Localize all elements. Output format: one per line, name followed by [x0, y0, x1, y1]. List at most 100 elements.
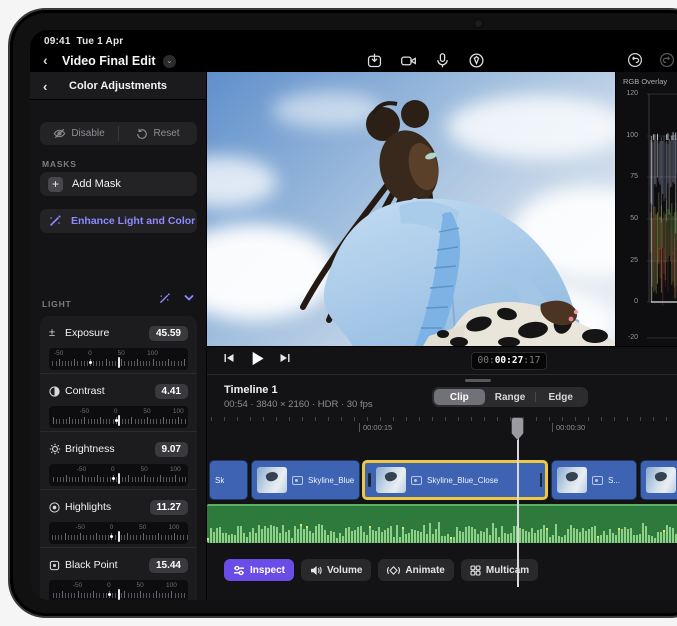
ring-dot-icon — [49, 502, 65, 513]
timecode-min-sec: 00:27 — [495, 355, 524, 366]
tool-label: Volume — [327, 565, 362, 576]
clip-skyline-partial[interactable]: Sk — [209, 460, 248, 500]
clock: 09:41 — [44, 36, 71, 47]
magic-wand-icon — [48, 214, 62, 228]
redo-icon[interactable] — [659, 52, 675, 68]
multicam-grid-icon — [470, 565, 481, 576]
light-section-header: LIGHT — [42, 294, 195, 308]
clip-label: Skyline_Blue_Wide — [308, 476, 354, 485]
slider-label: Brightness — [65, 443, 155, 455]
disable-label: Disable — [71, 128, 104, 139]
ipad-screen: 09:41 Tue 1 Apr ‹ Video Final Edit ⌄ — [30, 30, 677, 600]
enhance-light-color-button[interactable]: Enhance Light and Color — [40, 209, 197, 233]
slider-label: Highlights — [65, 501, 150, 513]
slider-value[interactable]: 9.07 — [155, 442, 188, 457]
sun-icon — [49, 443, 65, 455]
scope-tick: 0 — [616, 298, 638, 305]
date: Tue 1 Apr — [77, 36, 124, 47]
exposure-ruler-slider[interactable]: -50050100 — [49, 348, 188, 370]
light-sliders-card: ± Exposure 45.59 -50050100 Contrast 4.41… — [40, 316, 197, 600]
camera-icon[interactable] — [400, 52, 417, 69]
back-chevron-icon[interactable]: ‹ — [43, 52, 48, 68]
enhance-label: Enhance Light and Color — [71, 215, 195, 227]
clip-skyline-blue-close-selected[interactable]: Skyline_Blue_Close — [362, 460, 548, 500]
add-mask-button[interactable]: + Add Mask — [40, 172, 197, 196]
slider-value[interactable]: 45.59 — [149, 326, 188, 341]
export-icon[interactable] — [366, 52, 383, 69]
undo-icon[interactable] — [627, 52, 643, 68]
play-icon[interactable] — [249, 350, 266, 367]
photo-icon — [292, 476, 303, 485]
project-title[interactable]: Video Final Edit — [62, 54, 156, 68]
animate-button[interactable]: Animate — [378, 559, 453, 581]
clip-label: Sk — [215, 476, 224, 485]
audio-waveform — [207, 521, 677, 543]
inspect-sliders-icon — [233, 565, 245, 576]
scope-tick: 50 — [616, 215, 638, 222]
playhead-line — [517, 417, 519, 587]
mic-icon[interactable] — [434, 52, 451, 69]
slider-highlights: Highlights 11.27 -50050100 — [40, 490, 197, 548]
skip-back-icon[interactable] — [223, 352, 235, 364]
auto-enhance-wand-icon[interactable] — [158, 292, 171, 305]
slider-label: Exposure — [65, 327, 149, 339]
slider-value[interactable]: 11.27 — [150, 500, 188, 515]
plus-minus-icon: ± — [49, 327, 65, 339]
photo-icon — [592, 476, 603, 485]
slider-contrast: Contrast 4.41 -50050100 — [40, 374, 197, 432]
clip-skyline-truncated[interactable]: S... — [551, 460, 637, 500]
timeline-drag-handle[interactable] — [465, 379, 491, 382]
multicam-button[interactable]: Multicam — [461, 559, 538, 581]
slider-black-point: Black Point 15.44 -50050100 — [40, 548, 197, 600]
timeline-ruler[interactable]: 00:00:15 00:00:30 — [207, 417, 677, 439]
reset-button[interactable]: Reset — [119, 122, 197, 145]
black-point-ruler-slider[interactable]: -50050100 — [49, 580, 188, 600]
tab-clip[interactable]: Clip — [434, 389, 485, 405]
plus-icon: + — [48, 177, 63, 192]
tool-label: Inspect — [250, 565, 285, 576]
light-section-label: LIGHT — [42, 299, 72, 309]
highlights-ruler-slider[interactable]: -50050100 — [49, 522, 188, 544]
app-toolbar: ‹ Video Final Edit ⌄ — [30, 48, 677, 74]
skip-forward-icon[interactable] — [279, 352, 291, 364]
tab-range[interactable]: Range — [485, 389, 536, 405]
contrast-ruler-slider[interactable]: -50050100 — [49, 406, 188, 428]
ruler-timestamp: 00:00:15 — [359, 423, 392, 432]
square-dot-icon — [49, 560, 65, 571]
project-title-chevron-icon[interactable]: ⌄ — [163, 55, 176, 68]
chevron-down-icon[interactable] — [183, 292, 195, 304]
slider-value[interactable]: 4.41 — [155, 384, 188, 399]
tool-label: Animate — [405, 565, 444, 576]
front-camera — [475, 20, 482, 27]
masks-section-label: MASKS — [42, 159, 77, 169]
panel-title: Color Adjustments — [30, 80, 206, 92]
clip-partial-right[interactable] — [640, 460, 677, 500]
video-viewer[interactable] — [207, 72, 615, 346]
timecode-display[interactable]: 00:00:27:17 — [471, 352, 547, 370]
brightness-ruler-slider[interactable]: -50050100 — [49, 464, 188, 486]
clip-thumbnail — [557, 467, 587, 493]
timecode-hours: 00: — [478, 355, 495, 366]
slider-value[interactable]: 15.44 — [149, 558, 188, 573]
edit-mode-segmented-control: Clip Range Edge — [432, 387, 588, 407]
clip-skyline-blue-wide[interactable]: Skyline_Blue_Wide — [251, 460, 360, 500]
clip-thumbnail — [257, 467, 287, 493]
half-circle-icon — [49, 386, 65, 397]
status-bar: 09:41 Tue 1 Apr — [30, 30, 677, 48]
audio-track[interactable] — [207, 504, 677, 543]
animate-diamond-icon — [387, 565, 400, 576]
inspect-button[interactable]: Inspect — [224, 559, 294, 581]
pencil-circle-icon[interactable] — [468, 52, 485, 69]
clip-label: Skyline_Blue_Close — [427, 476, 498, 485]
tab-edge[interactable]: Edge — [535, 389, 586, 405]
timeline-panel: Timeline 1 00:54 · 3840 × 2160 · HDR · 3… — [207, 374, 677, 600]
timeline-name: Timeline 1 — [224, 384, 278, 396]
scope-tick: -20 — [616, 334, 638, 341]
disable-button[interactable]: Disable — [40, 122, 118, 145]
scope-tick: 120 — [616, 90, 638, 97]
video-frame-image — [207, 72, 615, 346]
video-track: Sk Skyline_Blue_Wide Skyline_Blue_Close — [207, 460, 677, 500]
reset-label: Reset — [153, 128, 179, 139]
slider-label: Black Point — [65, 559, 149, 571]
volume-button[interactable]: Volume — [301, 559, 371, 581]
